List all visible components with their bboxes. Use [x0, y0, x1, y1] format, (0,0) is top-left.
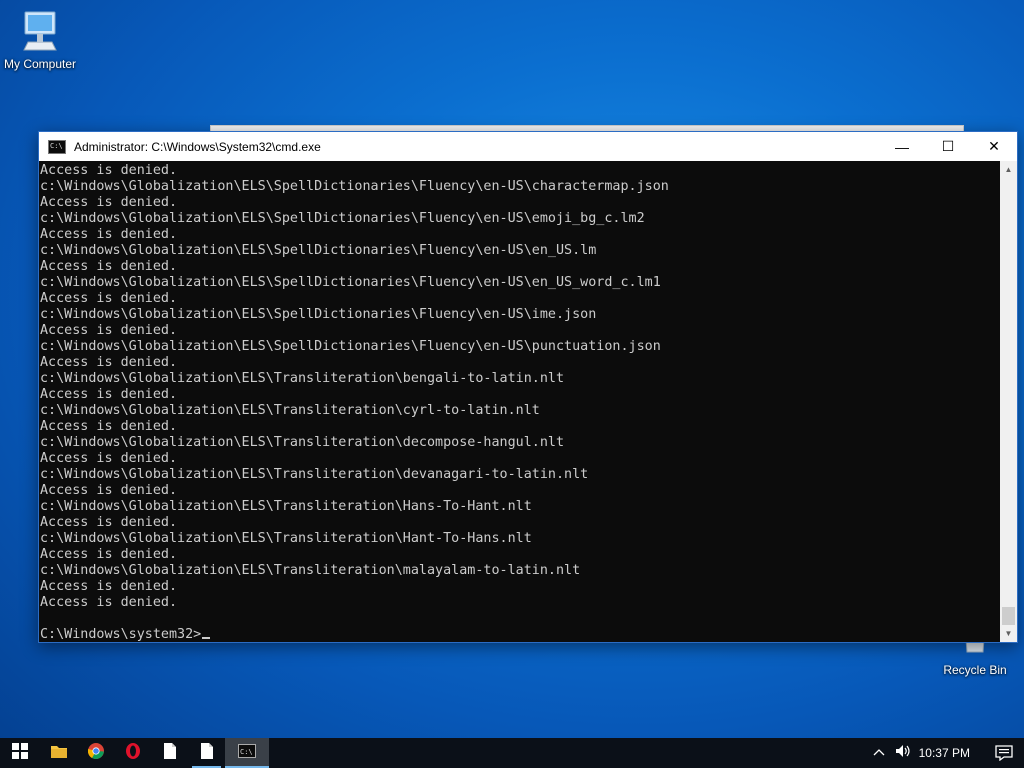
console-line: Access is denied.: [40, 515, 178, 530]
taskbar: C:\ 10:37 PM: [0, 738, 1024, 768]
title-bar[interactable]: Administrator: C:\Windows\System32\cmd.e…: [39, 132, 1017, 161]
document-icon: [200, 742, 213, 764]
scroll-down-arrow-icon[interactable]: ▼: [1000, 625, 1017, 642]
console-line: Access is denied.: [40, 163, 178, 178]
taskbar-opera[interactable]: [114, 738, 151, 768]
vertical-scrollbar[interactable]: ▲ ▼: [1000, 161, 1017, 642]
console-line: Access is denied.: [40, 483, 178, 498]
console-line: c:\Windows\Globalization\ELS\SpellDictio…: [40, 179, 669, 194]
show-hidden-icons-chevron-up-icon[interactable]: [869, 747, 889, 759]
text-cursor: [202, 637, 211, 639]
desktop-icon-my-computer[interactable]: My Computer: [0, 8, 80, 71]
system-tray: 10:37 PM: [869, 738, 1024, 768]
console-line: Access is denied.: [40, 227, 178, 242]
window-title: Administrator: C:\Windows\System32\cmd.e…: [74, 139, 321, 154]
cmd-icon: [48, 139, 66, 154]
taskbar-clock[interactable]: 10:37 PM: [919, 746, 970, 760]
action-center-icon[interactable]: [984, 745, 1024, 761]
console-line: c:\Windows\Globalization\ELS\SpellDictio…: [40, 211, 645, 226]
taskbar-file-explorer[interactable]: [40, 738, 77, 768]
console-line: c:\Windows\Globalization\ELS\SpellDictio…: [40, 243, 597, 258]
cmd-window[interactable]: Administrator: C:\Windows\System32\cmd.e…: [38, 131, 1018, 643]
folder-icon: [50, 743, 68, 764]
close-button[interactable]: ✕: [971, 132, 1017, 161]
minimize-button[interactable]: —: [879, 132, 925, 161]
console-line: Access is denied.: [40, 579, 178, 594]
console-line: Access is denied.: [40, 595, 178, 610]
console-prompt: C:\Windows\system32>: [40, 627, 202, 642]
console-line: Access is denied.: [40, 355, 178, 370]
console-line: c:\Windows\Globalization\ELS\SpellDictio…: [40, 339, 661, 354]
console-line: c:\Windows\Globalization\ELS\Translitera…: [40, 563, 581, 578]
console-line: Access is denied.: [40, 259, 178, 274]
console-line: Access is denied.: [40, 547, 178, 562]
scrollbar-thumb[interactable]: [1002, 607, 1015, 625]
console-line: Access is denied.: [40, 323, 178, 338]
speaker-icon[interactable]: [895, 744, 911, 763]
console-line: c:\Windows\Globalization\ELS\Translitera…: [40, 371, 565, 386]
scroll-up-arrow-icon[interactable]: ▲: [1000, 161, 1017, 178]
start-button[interactable]: [0, 738, 40, 768]
windows-logo-icon: [12, 742, 28, 764]
taskbar-cmd[interactable]: C:\: [225, 738, 269, 768]
console-line: c:\Windows\Globalization\ELS\Translitera…: [40, 467, 589, 482]
chrome-icon: [87, 742, 104, 764]
taskbar-document-2[interactable]: [188, 738, 225, 768]
console-line: c:\Windows\Globalization\ELS\Translitera…: [40, 531, 532, 546]
console-line: Access is denied.: [40, 195, 178, 210]
desktop-icon-label: My Computer: [3, 57, 77, 71]
cmd-icon: C:\: [238, 743, 256, 763]
maximize-button[interactable]: ☐: [925, 132, 971, 161]
console-prompt-line[interactable]: C:\Windows\system32>: [40, 627, 1000, 642]
console-line: Access is denied.: [40, 291, 178, 306]
console-line: c:\Windows\Globalization\ELS\SpellDictio…: [40, 275, 661, 290]
console-line: c:\Windows\Globalization\ELS\Translitera…: [40, 435, 565, 450]
console-line: c:\Windows\Globalization\ELS\SpellDictio…: [40, 307, 597, 322]
opera-icon: [125, 742, 141, 764]
document-icon: [163, 742, 176, 764]
taskbar-document-1[interactable]: [151, 738, 188, 768]
console-line: c:\Windows\Globalization\ELS\Translitera…: [40, 499, 532, 514]
taskbar-chrome[interactable]: [77, 738, 114, 768]
console-line: Access is denied.: [40, 419, 178, 434]
desktop-icon-label: Recycle Bin: [943, 663, 1007, 677]
computer-icon: [0, 8, 80, 55]
console-output[interactable]: Access is denied. c:\Windows\Globalizatio…: [39, 161, 1000, 642]
console-line: Access is denied.: [40, 387, 178, 402]
svg-text:C:\: C:\: [240, 748, 253, 756]
console-line: Access is denied.: [40, 451, 178, 466]
console-line: c:\Windows\Globalization\ELS\Translitera…: [40, 403, 540, 418]
